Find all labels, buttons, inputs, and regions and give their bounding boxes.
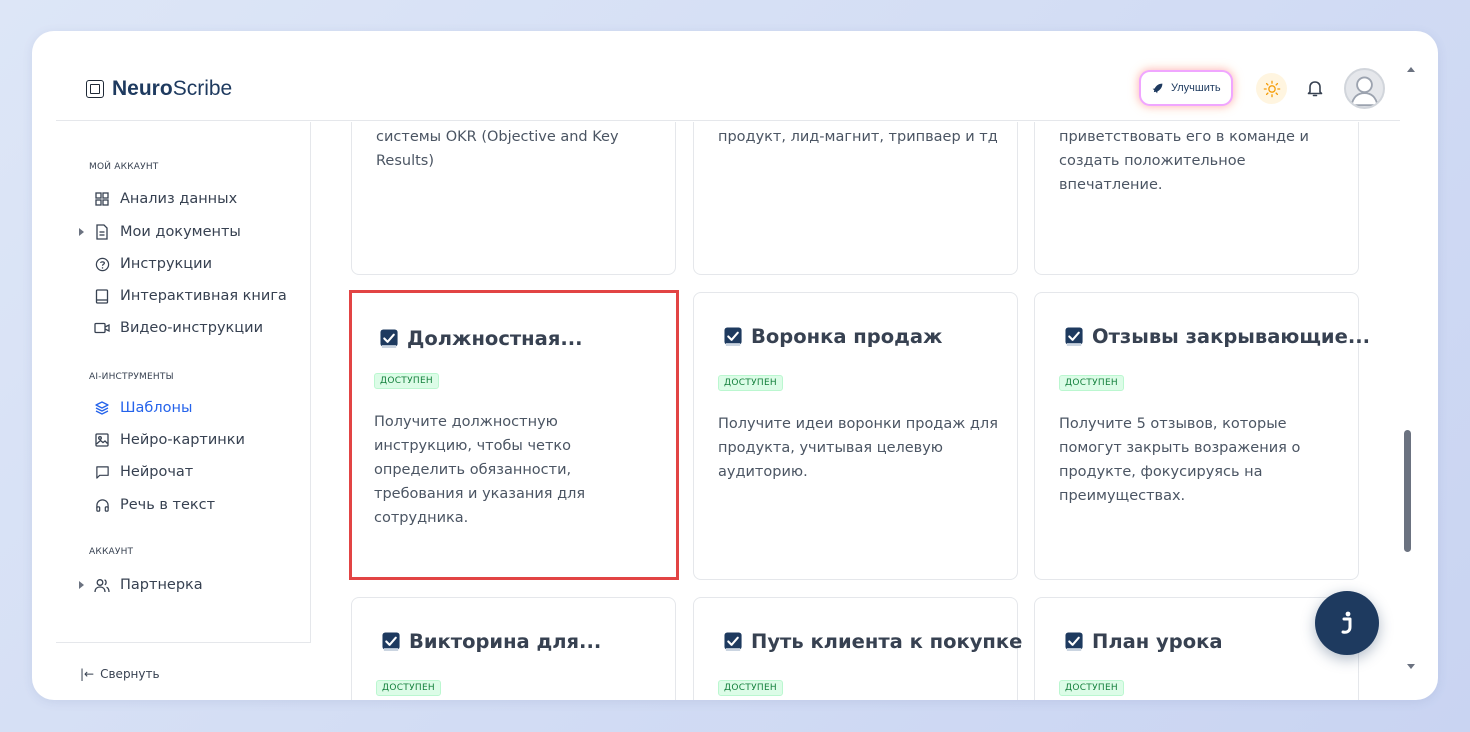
section-label-ai-tools: AI-ИНСТРУМЕНТЫ [89,372,174,382]
card-description: Получите должностную инструкцию, чтобы ч… [374,414,586,526]
chat-icon [94,464,110,480]
card-description: системы OKR (Objective and Key Results) [376,129,619,169]
chevron-right-icon[interactable] [79,228,84,236]
rocket-icon [1152,83,1163,93]
status-badge: ДОСТУПЕН [1059,375,1125,391]
help-circle-icon [94,256,110,272]
video-icon [94,320,110,336]
card-title: План урока [1092,630,1223,653]
sidebar-item-label: Нейро-картинки [120,432,245,448]
sidebar-item-label: Видео-инструкции [120,320,264,336]
sidebar-item-partners[interactable]: Партнерка [79,574,203,596]
sidebar-item-label: Мои документы [120,224,241,240]
logo-icon [86,80,104,98]
top-header: NeuroScribe Улучшить [56,31,1400,121]
card-title: Викторина для... [409,630,602,653]
brand-logo[interactable]: NeuroScribe [86,77,232,101]
template-card-sales-funnel[interactable]: Воронка продаж ДОСТУПЕН Получите идеи во… [693,292,1018,580]
templates-grid: системы OKR (Objective and Key Results) … [312,122,1400,700]
collapse-sidebar-button[interactable]: |← Свернуть [56,642,311,700]
checkbox-icon [724,632,742,651]
section-label-my-account: МОЙ АККАУНТ [89,162,159,172]
sidebar-item-my-documents[interactable]: Мои документы [79,221,241,243]
template-card-closing-reviews[interactable]: Отзывы закрывающие... ДОСТУПЕН Получите … [1034,292,1370,580]
layers-icon [94,400,110,416]
status-badge: ДОСТУПЕН [374,373,440,389]
chevron-right-icon[interactable] [79,581,84,589]
sidebar-item-data-analysis[interactable]: Анализ данных [82,188,237,210]
bell-icon [1307,81,1323,97]
template-card[interactable]: системы OKR (Objective and Key Results) [351,122,676,275]
user-avatar[interactable] [1344,68,1385,109]
chat-bot-icon [1341,611,1352,634]
scrollbar-thumb[interactable] [1404,430,1411,552]
checkbox-icon [1065,327,1083,346]
sidebar-item-label: Инструкции [120,256,213,272]
checkbox-icon [1065,632,1083,651]
sidebar-item-label: Анализ данных [120,191,238,207]
sidebar-item-instructions[interactable]: Инструкции [82,253,212,275]
notifications-button[interactable] [1302,75,1328,101]
support-chat-button[interactable] [1315,591,1379,655]
sun-icon [1263,80,1280,97]
user-icon [1350,76,1379,107]
card-title: Отзывы закрывающие... [1092,325,1371,348]
card-description: приветствовать его в команде и создать п… [1059,129,1309,193]
template-card-lesson-plan[interactable]: План урока ДОСТУПЕН [1034,597,1359,700]
template-card-job-description[interactable]: Должностная... ДОСТУПЕН Получите должнос… [349,290,679,580]
template-card[interactable]: продукт, лид-магнит, трипваер и тд [693,122,1018,275]
users-icon [94,577,110,593]
checkbox-icon [380,329,398,348]
book-icon [94,288,110,304]
card-title: Должностная... [407,327,583,350]
card-description: Получите идеи воронки продаж для продукт… [718,416,998,480]
vertical-scrollbar[interactable] [1400,59,1422,679]
document-icon [94,224,110,240]
card-title: Путь клиента к покупке [751,630,1023,653]
checkbox-icon [382,632,400,651]
checkbox-icon [724,327,742,346]
sidebar-item-label: Речь в текст [120,497,216,513]
upgrade-label: Улучшить [1171,82,1221,94]
sidebar-item-label: Партнерка [120,577,203,593]
status-badge: ДОСТУПЕН [718,375,784,391]
template-card-quiz[interactable]: Викторина для... ДОСТУПЕН [351,597,676,700]
card-title: Воронка продаж [751,325,943,348]
card-description: Получите 5 отзывов, которые помогут закр… [1059,416,1301,504]
scroll-up-icon[interactable] [1407,67,1415,72]
scroll-down-icon[interactable] [1407,664,1415,669]
image-icon [94,432,110,448]
status-badge: ДОСТУПЕН [376,680,442,696]
grid-icon [94,191,110,207]
status-badge: ДОСТУПЕН [1059,680,1125,696]
headphones-icon [94,497,110,513]
sidebar-item-neurochat[interactable]: Нейрочат [82,461,193,483]
sidebar-item-video-instructions[interactable]: Видео-инструкции [82,317,263,339]
app-window: NeuroScribe Улучшить МОЙ АККАУНТ Анализ … [32,31,1438,700]
collapse-arrow-icon: |← [80,667,95,681]
collapse-label: Свернуть [100,667,160,681]
section-label-account: АККАУНТ [89,547,134,557]
status-badge: ДОСТУПЕН [718,680,784,696]
sidebar-item-label: Шаблоны [120,400,193,416]
sidebar-item-label: Нейрочат [120,464,194,480]
sidebar-item-interactive-book[interactable]: Интерактивная книга [82,285,287,307]
sidebar-item-neuro-images[interactable]: Нейро-картинки [82,429,245,451]
sidebar: МОЙ АККАУНТ Анализ данных Мои документы … [56,122,311,700]
template-card-customer-journey[interactable]: Путь клиента к покупке ДОСТУПЕН [693,597,1022,700]
template-card[interactable]: приветствовать его в команде и создать п… [1034,122,1359,275]
sidebar-item-speech-to-text[interactable]: Речь в текст [82,494,215,516]
sidebar-item-templates[interactable]: Шаблоны [82,397,192,419]
upgrade-button[interactable]: Улучшить [1141,72,1231,104]
card-description: продукт, лид-магнит, трипваер и тд [718,129,998,145]
sidebar-item-label: Интерактивная книга [120,288,287,304]
theme-toggle[interactable] [1256,73,1287,104]
brand-name: NeuroScribe [112,77,233,100]
